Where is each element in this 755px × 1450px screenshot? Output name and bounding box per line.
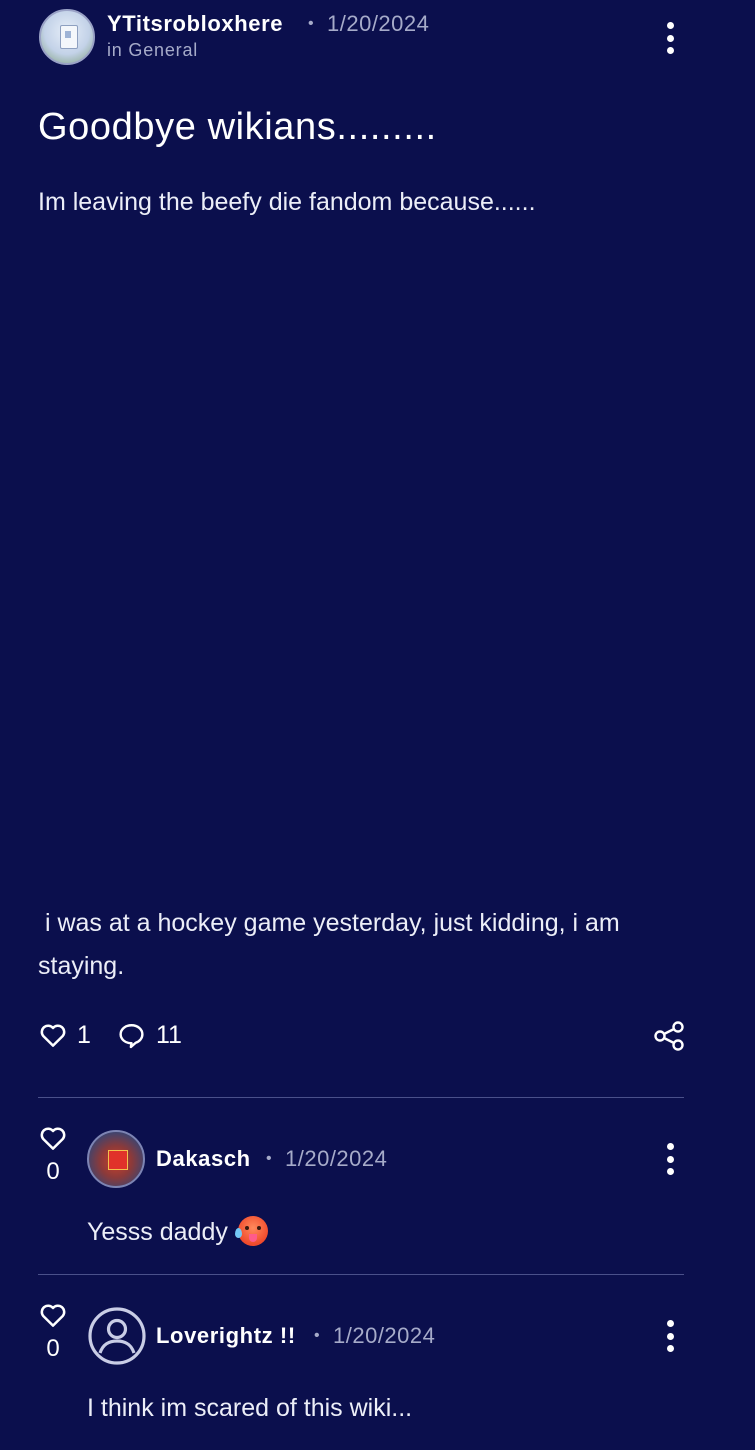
- share-icon[interactable]: [653, 1021, 685, 1051]
- reply-like-count: 0: [46, 1335, 60, 1362]
- post-intro-text: Im leaving the beefy die fandom because.…: [38, 188, 536, 216]
- meta-separator: •: [308, 15, 314, 32]
- reply-date: 1/20/2024: [333, 1323, 436, 1348]
- divider: [38, 1097, 684, 1098]
- default-user-avatar-icon[interactable]: [87, 1306, 147, 1366]
- reply-date: 1/20/2024: [285, 1146, 388, 1171]
- post-title: Goodbye wikians.........: [38, 106, 437, 148]
- reply-more-options-icon[interactable]: [665, 1320, 675, 1352]
- reply-content: Yesss daddy: [87, 1216, 269, 1247]
- reply-like-heart-icon[interactable]: [38, 1301, 68, 1329]
- divider: [38, 1274, 684, 1275]
- avatar-image: [60, 25, 78, 49]
- post-date: 1/20/2024: [327, 11, 430, 36]
- reply-like-heart-icon[interactable]: [38, 1124, 68, 1152]
- reply-like-count: 0: [46, 1158, 60, 1185]
- reply-more-options-icon[interactable]: [665, 1143, 675, 1175]
- reply-text: I think im scared of this wiki...: [87, 1394, 413, 1422]
- post-body-text: i was at a hockey game yesterday, just k…: [38, 909, 627, 980]
- post-more-options-icon[interactable]: [665, 22, 675, 54]
- comment-bubble-icon[interactable]: [117, 1021, 146, 1050]
- reply-author-name[interactable]: Dakasch: [156, 1146, 251, 1172]
- post-category[interactable]: in General: [107, 40, 198, 61]
- author-avatar[interactable]: [39, 9, 95, 65]
- comment-count: 11: [156, 1021, 182, 1049]
- hot-face-emoji-icon: [235, 1216, 269, 1246]
- like-heart-icon[interactable]: [38, 1020, 68, 1050]
- meta-separator: •: [314, 1327, 320, 1344]
- like-count: 1: [77, 1021, 91, 1049]
- avatar-image: [108, 1150, 128, 1170]
- meta-separator: •: [266, 1150, 272, 1167]
- reply-text: Yesss daddy: [87, 1218, 228, 1246]
- post-author-name[interactable]: YTitsrobloxhere: [107, 11, 283, 37]
- reply-author-name[interactable]: Loverightz !!: [156, 1323, 296, 1349]
- reply-avatar[interactable]: [87, 1130, 145, 1188]
